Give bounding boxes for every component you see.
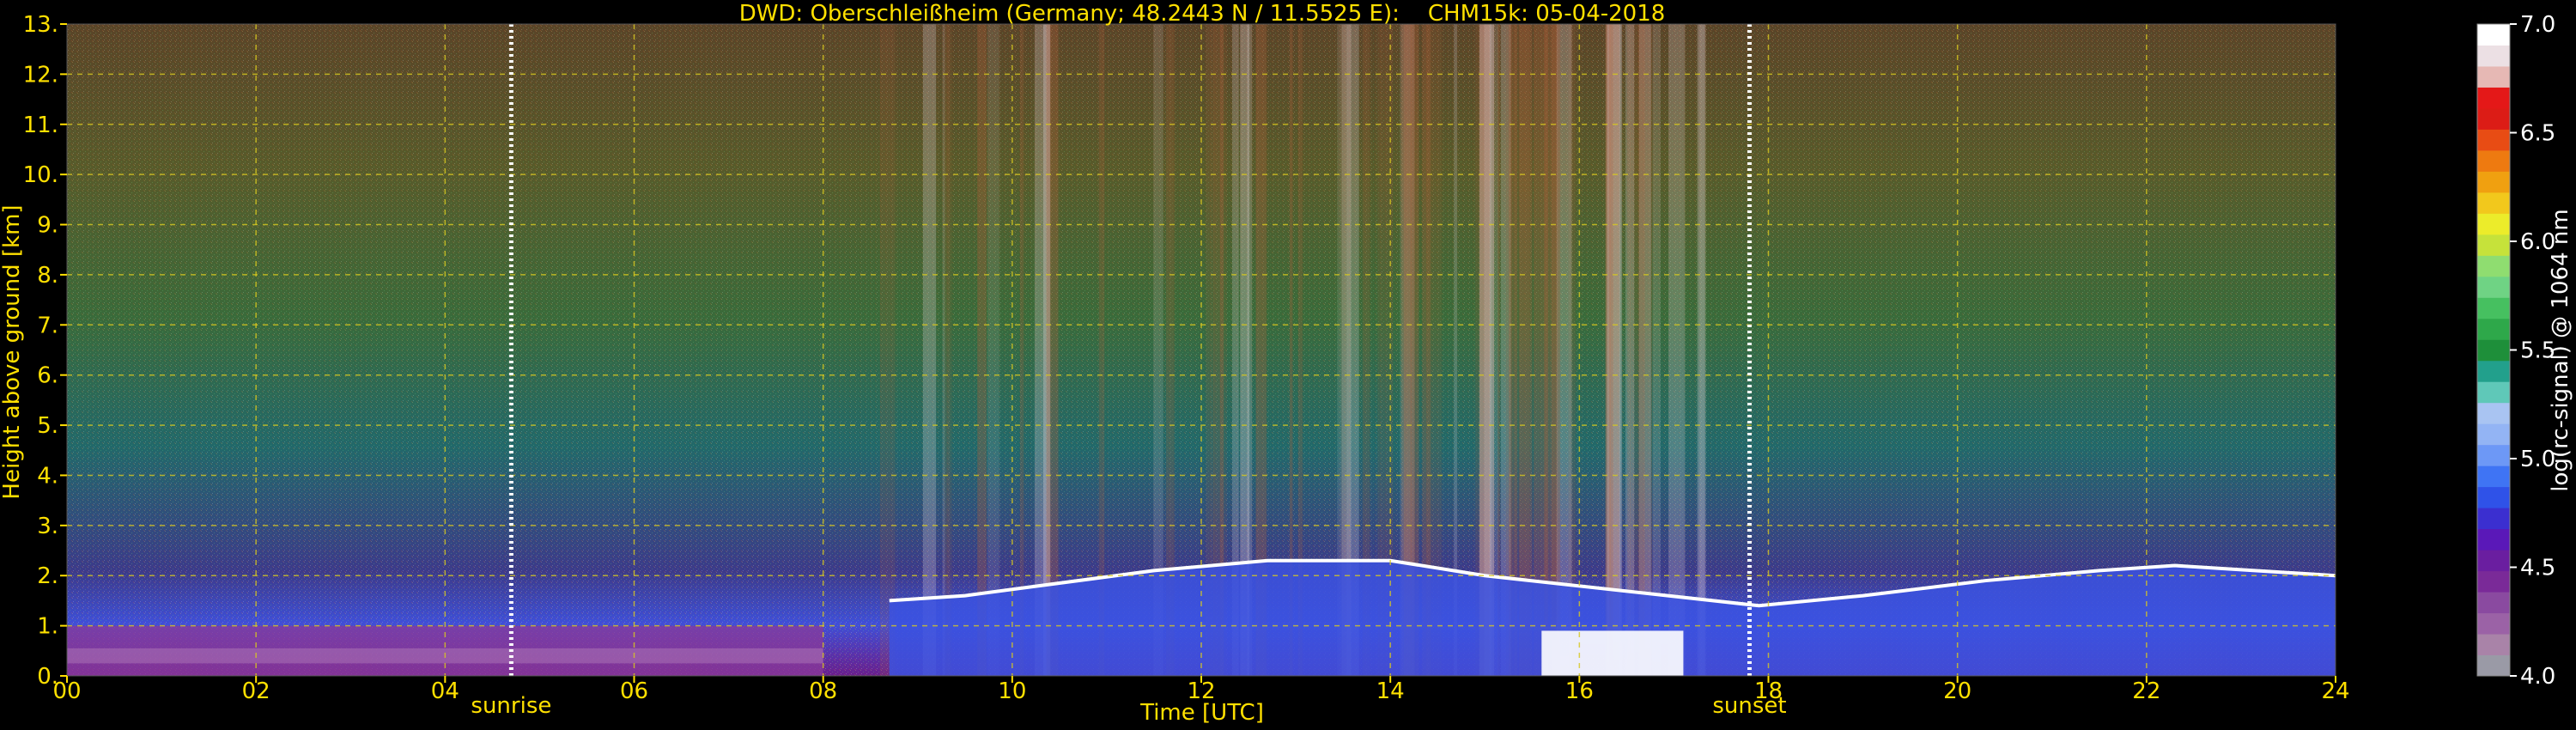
streak: [1671, 24, 1686, 676]
colorbar-segment: [2477, 360, 2510, 382]
x-tick-label: 04: [431, 678, 459, 704]
streak: [977, 24, 987, 676]
x-axis-label: Time [UTC]: [1139, 700, 1264, 726]
colorbar-tick-label: 7.0: [2520, 12, 2555, 38]
x-tick-label: 08: [809, 678, 837, 704]
colorbar-segment: [2477, 107, 2510, 130]
streak: [1697, 24, 1706, 676]
y-tick-label: 12.: [23, 62, 58, 88]
colorbar-segment: [2477, 213, 2510, 235]
colorbar-segment: [2477, 423, 2510, 446]
colorbar-segment: [2477, 149, 2510, 172]
y-tick-label: 13.: [23, 12, 58, 38]
colorbar-segment: [2477, 486, 2510, 508]
colorbar-segment: [2477, 276, 2510, 298]
colorbar-label: log(rc-signal) @ 1064 nm: [2548, 209, 2573, 491]
sunset-label: sunset: [1712, 693, 1786, 719]
streak: [942, 24, 945, 676]
streak: [987, 24, 999, 676]
colorbar-segment: [2477, 65, 2510, 88]
colorbar-segment: [2477, 612, 2510, 635]
streak: [879, 24, 896, 676]
colorbar-segment: [2477, 339, 2510, 362]
rain-signal: [1541, 630, 1684, 676]
streak: [1046, 24, 1059, 676]
colorbar-segment: [2477, 444, 2510, 466]
colorbar-tick-label: 4.5: [2520, 556, 2555, 581]
streak: [1652, 24, 1661, 676]
streak: [922, 24, 937, 676]
colorbar-segment: [2477, 654, 2510, 677]
y-tick-label: 8.: [37, 263, 58, 289]
colorbar-segment: [2477, 234, 2510, 256]
streak: [1020, 24, 1024, 676]
colorbar-segment: [2477, 318, 2510, 340]
y-tick-label: 2.: [37, 563, 58, 589]
colorbar: 4.04.55.05.56.06.57.0: [2476, 12, 2555, 690]
x-tick-label: 10: [998, 678, 1026, 704]
streak: [1609, 24, 1620, 676]
y-axis: 0. 1. 2. 3. 4. 5. 6. 7. 8. 9. 10. 11. 12. 13.: [23, 12, 67, 690]
chart-title: DWD: Oberschleißheim (Germany; 48.2443 N…: [739, 1, 1666, 27]
y-tick-label: 7.: [37, 313, 58, 338]
y-tick-label: 9.: [37, 213, 58, 239]
colorbar-segment: [2477, 45, 2510, 67]
colorbar-tick-label: 6.5: [2520, 121, 2555, 147]
colorbar-segment: [2477, 255, 2510, 277]
colorbar-segment: [2477, 402, 2510, 424]
x-tick-label: 02: [242, 678, 270, 704]
plot-area: [66, 23, 2336, 677]
colorbar-segment: [2477, 592, 2510, 614]
colorbar-segment: [2477, 550, 2510, 572]
y-tick-label: 0.: [37, 664, 58, 690]
x-tick-label: 24: [2321, 678, 2349, 704]
streak: [1544, 24, 1560, 676]
ceilometer-plot: 00 02 04 06 08 10 12 14 16 18 20 22 24 0.1.2.3.4.5.6…: [0, 1, 2573, 726]
colorbar-segment: [2477, 192, 2510, 214]
y-axis-label: Height above ground [km]: [0, 204, 25, 499]
colorbar-segment: [2477, 297, 2510, 319]
colorbar-segment: [2477, 465, 2510, 488]
x-tick-label: 14: [1376, 678, 1405, 704]
y-tick-label: 6.: [37, 363, 58, 389]
colorbar-segment: [2477, 634, 2510, 656]
colorbar-segment: [2477, 570, 2510, 593]
colorbar-segment: [2477, 129, 2510, 151]
y-tick-label: 5.: [37, 413, 58, 439]
colorbar-segment: [2477, 24, 2510, 46]
colorbar-segment: [2477, 508, 2510, 530]
colorbar-segment: [2477, 528, 2510, 551]
streak: [1668, 24, 1672, 676]
streak: [945, 24, 951, 676]
x-tick-label: 22: [2132, 678, 2160, 704]
sunrise-label: sunrise: [471, 693, 551, 719]
x-tick-label: 20: [1943, 678, 1971, 704]
x-tick-label: 06: [620, 678, 648, 704]
colorbar-tick-label: 4.0: [2520, 664, 2555, 690]
y-tick-label: 4.: [37, 463, 58, 489]
colorbar-segment: [2477, 87, 2510, 109]
y-tick-label: 11.: [23, 113, 58, 138]
colorbar-segment: [2477, 171, 2510, 193]
colorbar-segment: [2477, 381, 2510, 404]
y-tick-label: 1.: [37, 614, 58, 640]
streak: [1625, 24, 1635, 676]
x-tick-label: 16: [1565, 678, 1594, 704]
y-tick-label: 3.: [37, 514, 58, 539]
y-tick-label: 10.: [23, 162, 58, 188]
